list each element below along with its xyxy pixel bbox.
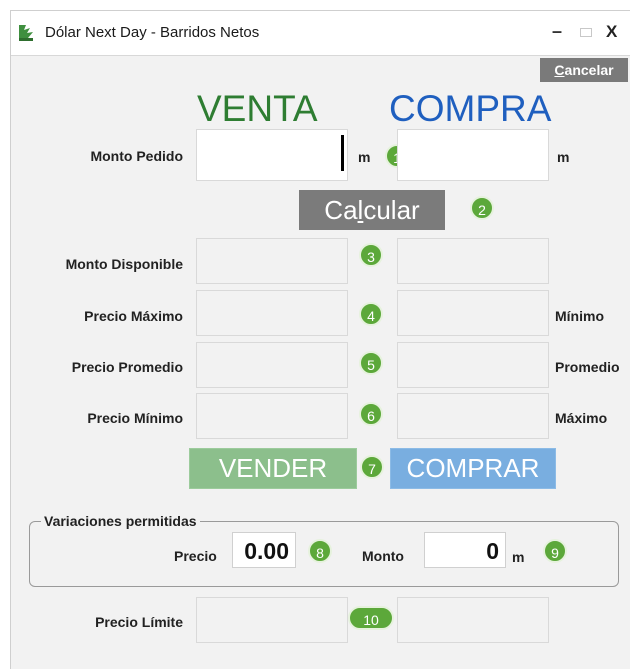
calcular-label-end: cular (363, 195, 420, 225)
minimize-icon[interactable]: – (552, 21, 562, 42)
title-bar: Dólar Next Day - Barridos Netos – X (11, 11, 630, 56)
precio-promedio-venta-field (196, 342, 348, 388)
precio-limite-label: Precio Límite (95, 614, 183, 630)
step-badge-2: 2 (470, 196, 494, 220)
variacion-monto-input[interactable]: 0 (424, 532, 506, 568)
maximize-icon[interactable] (580, 28, 592, 37)
step-badge-10: 10 (348, 606, 394, 630)
minimo-right-label: Mínimo (555, 308, 604, 324)
variacion-monto-unit: m (512, 549, 525, 565)
variacion-precio-label: Precio (174, 548, 217, 564)
variaciones-title: Variaciones permitidas (41, 513, 200, 529)
comprar-button[interactable]: COMPRAR (390, 448, 556, 489)
window-title: Dólar Next Day - Barridos Netos (45, 24, 260, 41)
monto-disponible-label: Monto Disponible (65, 256, 183, 272)
step-badge-5: 5 (359, 351, 383, 375)
vender-button[interactable]: VENDER (189, 448, 357, 489)
monto-pedido-compra-unit: m (557, 149, 570, 165)
close-icon[interactable]: X (606, 22, 617, 42)
step-badge-9: 9 (543, 539, 567, 563)
maximo-right-label: Máximo (555, 410, 608, 426)
precio-maximo-compra-field (397, 393, 549, 439)
variacion-monto-label: Monto (362, 548, 404, 564)
step-badge-6: 6 (359, 402, 383, 426)
venta-header: VENTA (197, 88, 318, 129)
text-cursor (341, 135, 344, 171)
step-badge-8: 8 (308, 539, 332, 563)
monto-pedido-compra-input[interactable] (397, 129, 549, 181)
monto-disponible-compra-field (397, 238, 549, 284)
precio-minimo-label: Precio Mínimo (87, 410, 183, 426)
precio-limite-venta-field (196, 597, 348, 643)
main-window: Dólar Next Day - Barridos Netos – X Canc… (10, 10, 630, 669)
monto-pedido-venta-unit: m (358, 149, 371, 165)
monto-disponible-venta-field (196, 238, 348, 284)
monto-pedido-label: Monto Pedido (90, 148, 183, 164)
step-badge-4: 4 (359, 302, 383, 326)
precio-minimo-venta-field (196, 393, 348, 439)
compra-header: COMPRA (389, 88, 552, 129)
calcular-label-start: Ca (324, 195, 358, 225)
app-logo-icon (16, 23, 36, 43)
cancel-label: ancelar (564, 62, 614, 78)
monto-pedido-venta-input[interactable] (196, 129, 348, 181)
calcular-button[interactable]: Calcular (299, 190, 445, 230)
cancel-button[interactable]: Cancelar (540, 58, 628, 82)
precio-promedio-label: Precio Promedio (71, 359, 183, 375)
precio-minimo-compra-field (397, 290, 549, 336)
precio-maximo-label: Precio Máximo (84, 308, 183, 324)
cancel-accelerator: C (554, 62, 565, 78)
precio-maximo-venta-field (196, 290, 348, 336)
step-badge-3: 3 (359, 243, 383, 267)
precio-promedio-compra-field (397, 342, 549, 388)
variacion-precio-input[interactable]: 0.00 (232, 532, 296, 568)
promedio-right-label: Promedio (555, 359, 620, 375)
precio-limite-compra-field (397, 597, 549, 643)
step-badge-7: 7 (360, 455, 384, 479)
